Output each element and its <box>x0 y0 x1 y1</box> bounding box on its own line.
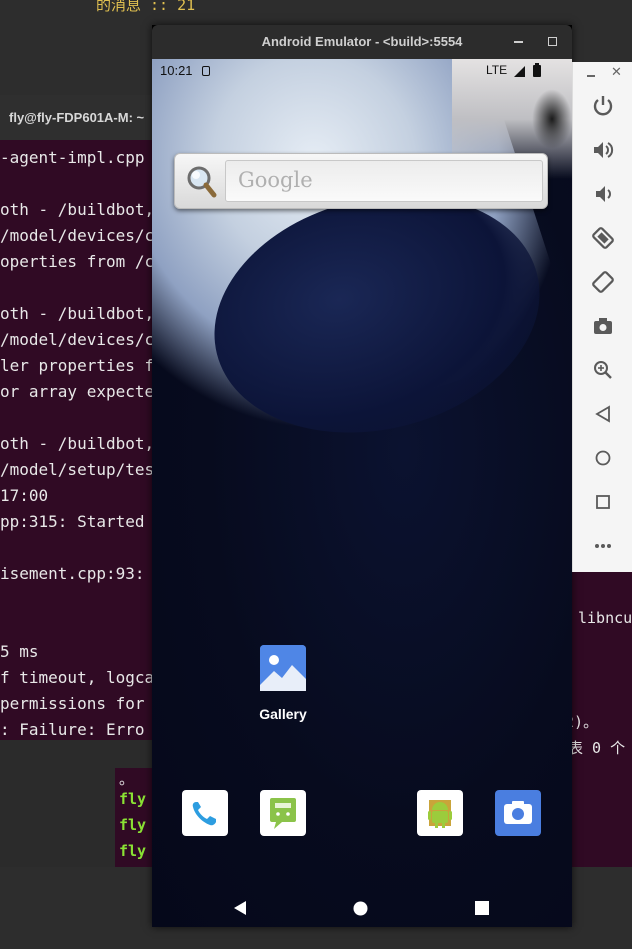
emulator-window: Android Emulator - <build>:5554 10:21 LT… <box>152 25 572 927</box>
terminal-prompt-line: fly <box>119 816 147 834</box>
home-icon[interactable] <box>353 901 368 916</box>
google-search-widget[interactable]: Google <box>174 153 548 209</box>
volume-up-icon[interactable] <box>589 136 617 164</box>
navigation-bar <box>152 889 572 927</box>
device-screen[interactable]: 10:21 LTE Google Gallery <box>152 59 572 927</box>
terminal-title[interactable]: fly@fly-FDP601A-M: ~ <box>0 95 152 140</box>
right-terminal-line: 表 0 个 <box>568 739 626 757</box>
right-terminal-window[interactable]: libncu u2)。 表 0 个 <box>556 572 632 867</box>
status-bar[interactable]: 10:21 LTE <box>152 59 572 83</box>
back-icon[interactable] <box>589 400 617 428</box>
gallery-label[interactable]: Gallery <box>240 706 326 722</box>
terminal-prompt-area: 。 fly fly fly <box>115 768 152 870</box>
toolbar-close-icon[interactable]: ✕ <box>611 65 622 80</box>
status-time: 10:21 <box>160 63 193 78</box>
rotate-left-icon[interactable] <box>589 224 617 252</box>
recents-icon[interactable] <box>475 901 489 915</box>
home-icon[interactable] <box>589 444 617 472</box>
terminal-line: oth - /buildbot, <box>0 304 155 323</box>
android-icon[interactable] <box>417 790 463 836</box>
terminal-prompt-line: fly <box>119 790 147 808</box>
zoom-icon[interactable] <box>589 356 617 384</box>
terminal-line: or array expecte <box>0 382 155 401</box>
right-terminal-line: libncu <box>578 609 632 627</box>
screenshot-icon[interactable] <box>589 312 617 340</box>
camera-icon[interactable] <box>495 790 541 836</box>
terminal-line: /model/devices/c <box>0 226 155 245</box>
phone-icon[interactable] <box>182 790 228 836</box>
status-network: LTE <box>486 63 508 77</box>
emulator-title: Android Emulator - <build>:5554 <box>261 34 463 49</box>
terminal-line: 17:00 <box>0 486 49 505</box>
terminal-line: 5 ms <box>0 642 39 661</box>
minimize-icon[interactable] <box>514 41 523 43</box>
gallery-icon[interactable] <box>260 645 306 691</box>
terminal-line: ler properties f <box>0 356 155 375</box>
wallpaper-patch <box>532 89 572 149</box>
desktop-top-text: 的消息 :: 21 <box>96 0 196 14</box>
terminal-line: f timeout, logca <box>0 668 155 687</box>
terminal-line: -agent-impl.cpp <box>0 148 145 167</box>
toolbar-minimize-icon[interactable] <box>587 75 595 77</box>
terminal-prompt-line: 。 <box>119 770 135 788</box>
terminal-line: /model/setup/tes <box>0 460 155 479</box>
sim-card-icon <box>202 66 210 76</box>
rotate-right-icon[interactable] <box>589 268 617 296</box>
back-icon[interactable] <box>232 900 248 916</box>
volume-down-icon[interactable] <box>589 180 617 208</box>
terminal-line: pp:315: Started <box>0 512 145 531</box>
terminal-line: : Failure: Erro <box>0 720 145 739</box>
search-input[interactable]: Google <box>225 160 543 202</box>
more-icon[interactable] <box>589 532 617 560</box>
terminal-prompt-line: fly <box>119 842 147 860</box>
terminal-line: permissions for <box>0 694 145 713</box>
emulator-toolbar: ✕ <box>572 62 632 572</box>
search-icon[interactable] <box>185 164 217 200</box>
terminal-window[interactable]: fly@fly-FDP601A-M: ~ -agent-impl.cpp oth … <box>0 95 155 740</box>
signal-icon <box>514 66 525 77</box>
terminal-line: /model/devices/c <box>0 330 155 349</box>
terminal-line: oth - /buildbot, <box>0 434 155 453</box>
terminal-line: oth - /buildbot, <box>0 200 155 219</box>
maximize-icon[interactable] <box>548 37 557 46</box>
battery-icon <box>533 63 541 77</box>
overview-icon[interactable] <box>589 488 617 516</box>
terminal-line: isement.cpp:93: <box>0 564 145 583</box>
emulator-titlebar[interactable]: Android Emulator - <build>:5554 <box>152 25 572 59</box>
terminal-line: operties from /c <box>0 252 155 271</box>
search-placeholder: Google <box>238 168 313 192</box>
messaging-icon[interactable] <box>260 790 306 836</box>
power-icon[interactable] <box>589 92 617 120</box>
